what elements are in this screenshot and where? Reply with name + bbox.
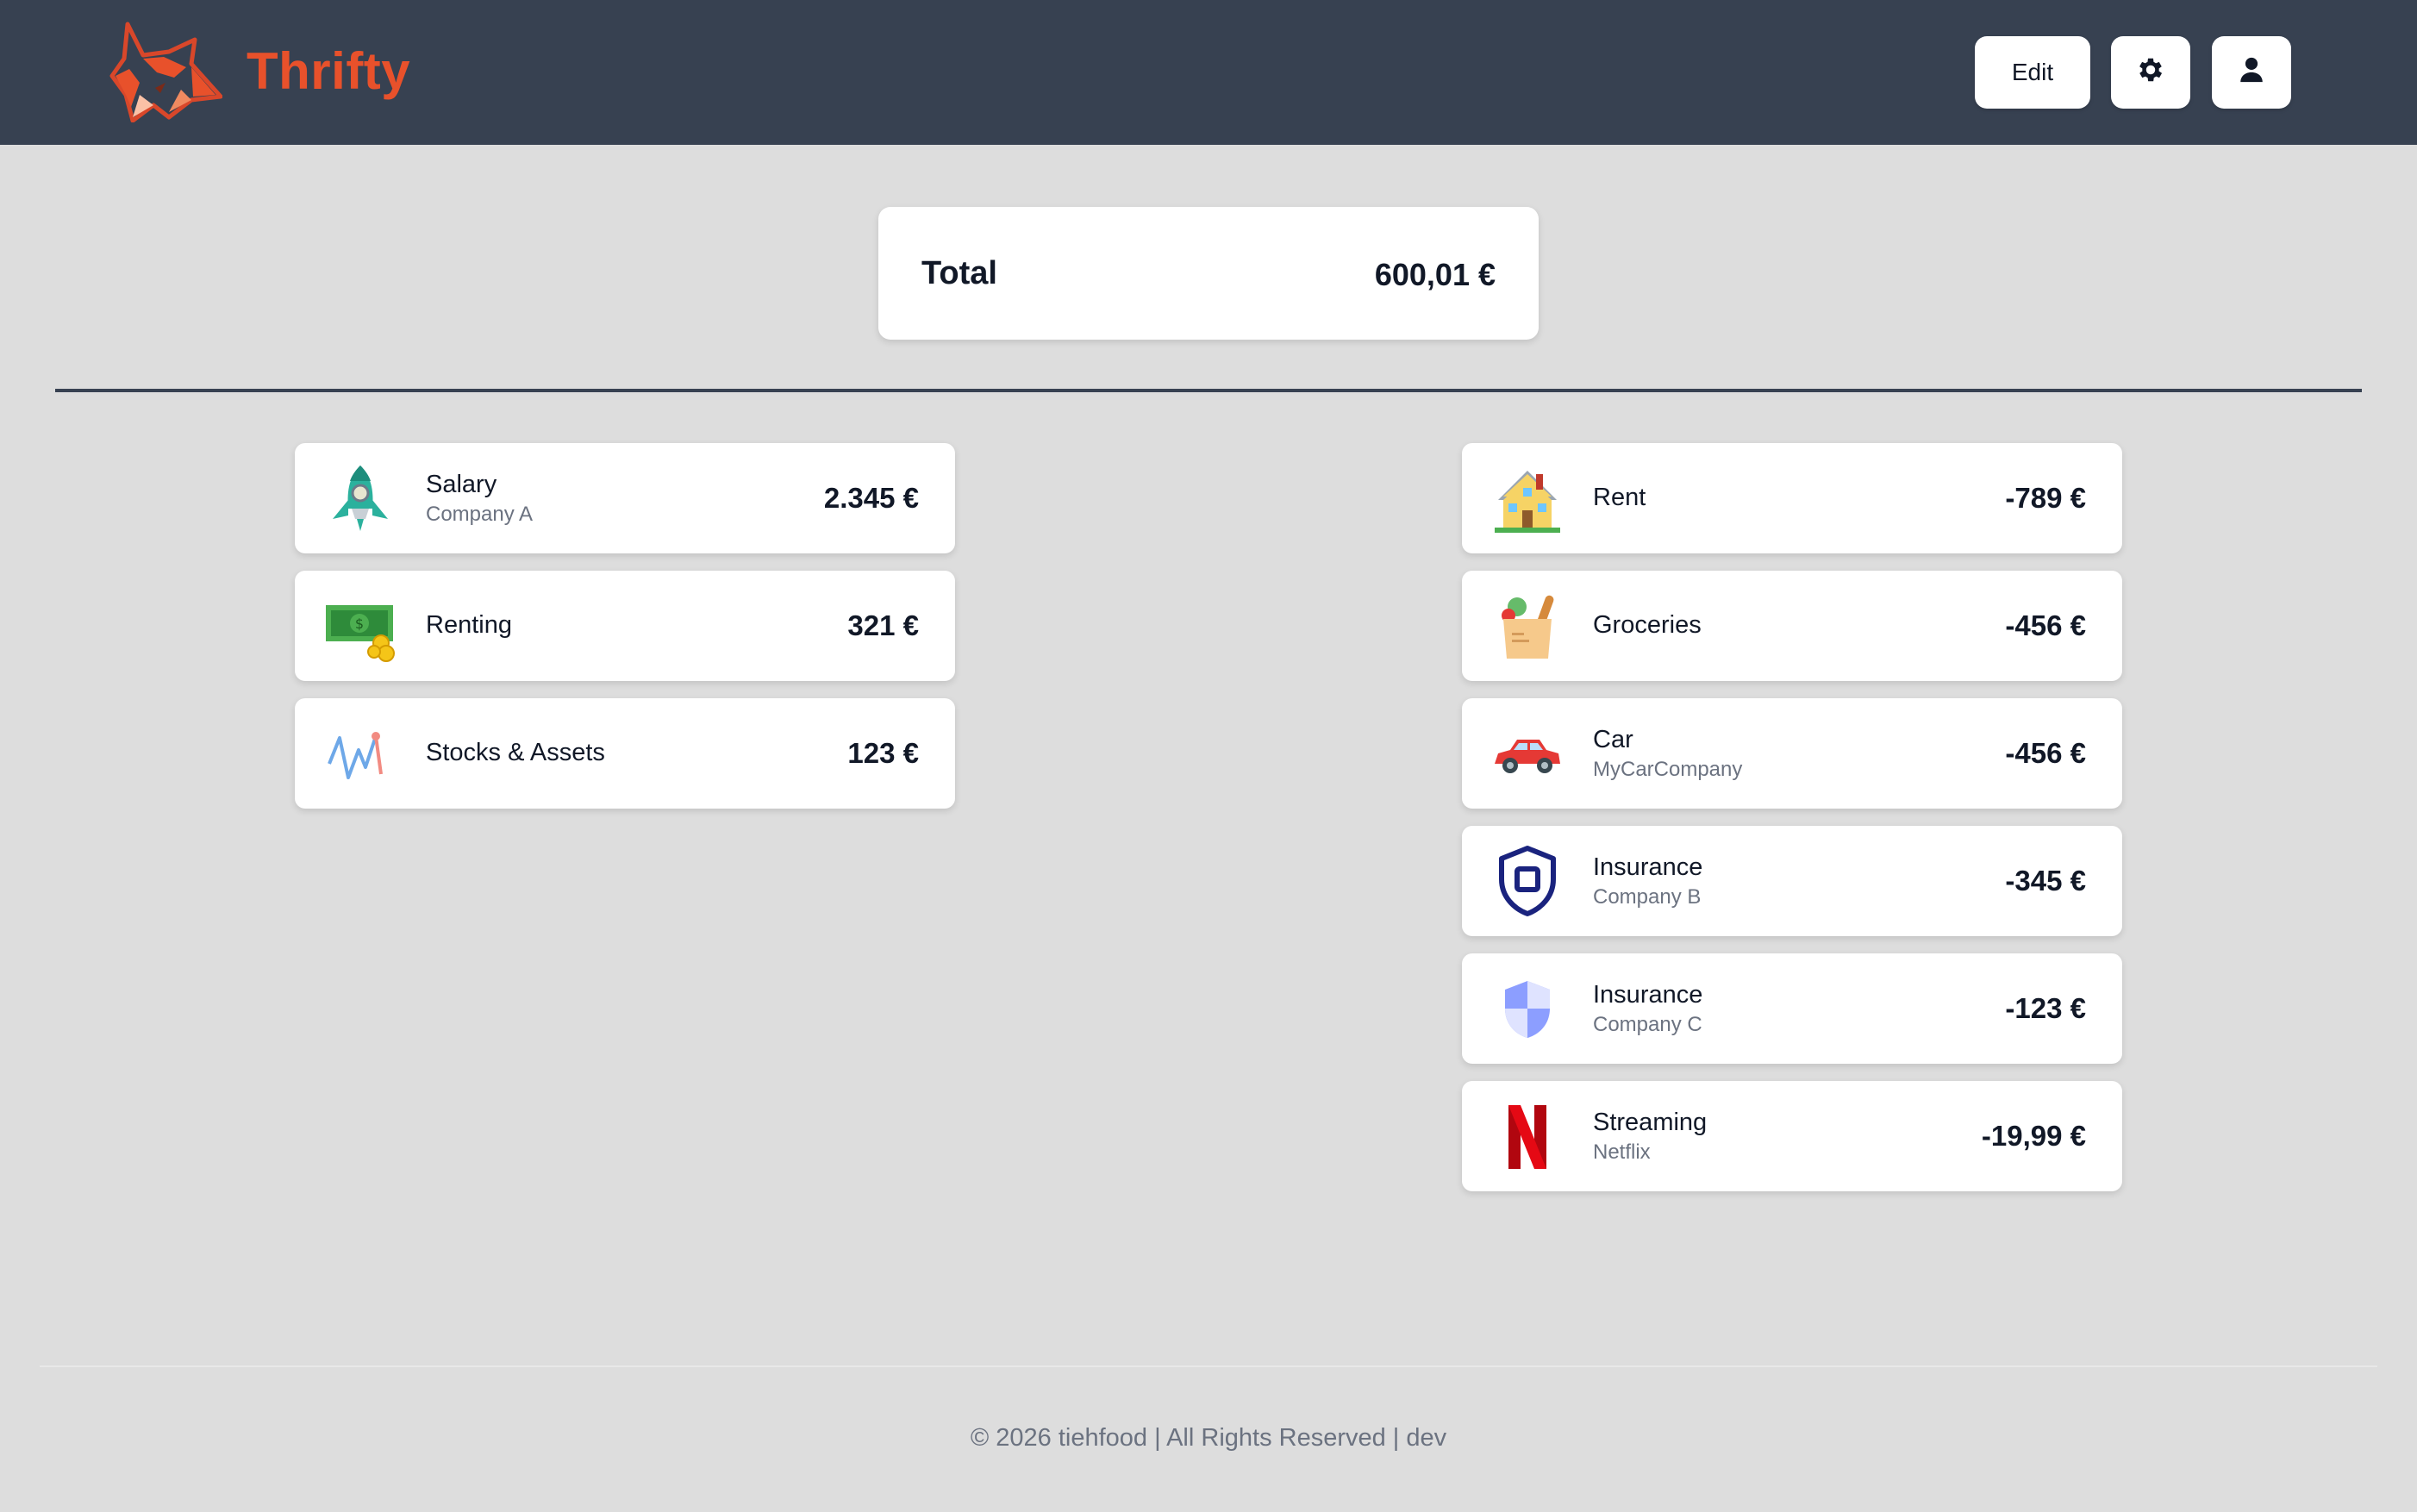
total-label: Total: [921, 255, 997, 291]
item-name: Streaming: [1593, 1109, 1708, 1136]
item-subtitle: Company B: [1593, 885, 1702, 909]
house-icon: [1491, 462, 1564, 534]
income-item-renting[interactable]: $ Renting 321 €: [295, 571, 955, 681]
total-card: Total 600,01 €: [878, 207, 1539, 340]
item-subtitle: Company A: [426, 503, 534, 526]
fox-logo-icon[interactable]: [109, 21, 223, 123]
stock-chart-icon: [324, 717, 397, 790]
shield-icon: [1491, 972, 1564, 1045]
item-amount: -789 €: [2005, 482, 2086, 514]
income-item-salary[interactable]: Salary Company A 2.345 €: [295, 443, 955, 553]
item-name: Rent: [1593, 484, 1646, 511]
expense-item-groceries[interactable]: Groceries -456 €: [1462, 571, 2122, 681]
profile-button[interactable]: [2212, 36, 2291, 109]
expense-item-streaming[interactable]: Streaming Netflix -19,99 €: [1462, 1081, 2122, 1191]
item-amount: -19,99 €: [1981, 1120, 2086, 1152]
item-amount: -456 €: [2005, 609, 2086, 641]
item-amount: 123 €: [847, 737, 919, 769]
item-amount: -456 €: [2005, 737, 2086, 769]
footer-text: © 2026 tiehfood | All Rights Reserved | …: [970, 1424, 1447, 1452]
item-name: Groceries: [1593, 611, 1702, 639]
rocket-icon: [324, 462, 397, 534]
expense-item-insurance-c[interactable]: Insurance Company C -123 €: [1462, 953, 2122, 1064]
settings-button[interactable]: [2111, 36, 2190, 109]
item-amount: -123 €: [2005, 992, 2086, 1024]
netflix-icon: [1491, 1100, 1564, 1172]
item-amount: 321 €: [847, 609, 919, 641]
total-value: 600,01 €: [1374, 257, 1496, 292]
shield-outline-icon: [1491, 845, 1564, 917]
gear-icon: [2135, 54, 2166, 91]
item-subtitle: Netflix: [1593, 1140, 1651, 1164]
item-amount: 2.345 €: [823, 482, 919, 514]
grocery-bag-icon: [1491, 590, 1564, 662]
footer-divider: [40, 1365, 2377, 1367]
item-name: Insurance: [1593, 853, 1703, 881]
item-name: Car: [1593, 726, 1633, 753]
item-amount: -345 €: [2005, 865, 2086, 897]
item-name: Insurance: [1593, 981, 1703, 1009]
item-name: Renting: [426, 611, 512, 639]
edit-button[interactable]: Edit: [1975, 36, 2090, 109]
expense-item-car[interactable]: Car MyCarCompany -456 €: [1462, 698, 2122, 809]
app-title: Thrifty: [247, 42, 411, 100]
expense-item-insurance-b[interactable]: Insurance Company B -345 €: [1462, 826, 2122, 936]
income-item-stocks[interactable]: Stocks & Assets 123 €: [295, 698, 955, 809]
top-bar: Thrifty Edit: [0, 0, 2417, 145]
user-icon: [2237, 55, 2266, 91]
item-name: Stocks & Assets: [426, 739, 605, 766]
expense-item-rent[interactable]: Rent -789 €: [1462, 443, 2122, 553]
item-name: Salary: [426, 471, 497, 498]
car-icon: [1491, 717, 1564, 790]
item-subtitle: Company C: [1593, 1013, 1702, 1036]
money-bill-icon: $: [324, 590, 397, 662]
svg-text:$: $: [355, 615, 364, 632]
item-subtitle: MyCarCompany: [1593, 758, 1743, 781]
section-divider: [55, 389, 2362, 392]
